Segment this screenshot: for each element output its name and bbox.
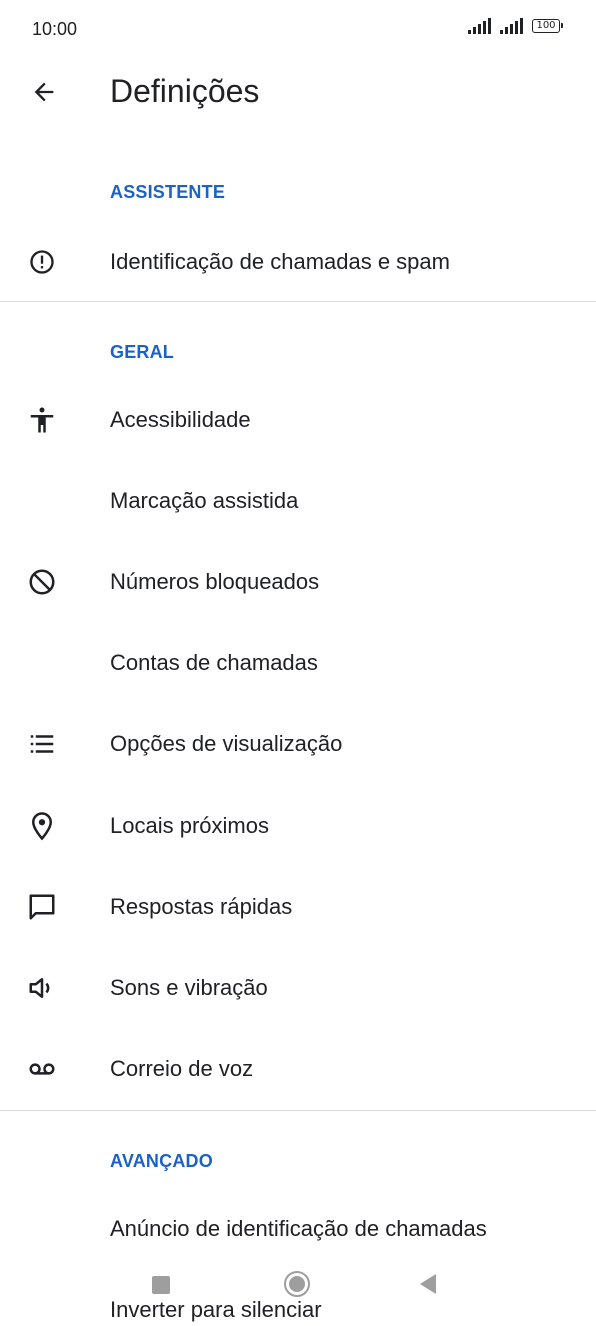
setting-nearby-places[interactable]: Locais próximos — [0, 786, 596, 866]
setting-assisted-dialing[interactable]: Marcação assistida — [0, 461, 596, 541]
recents-square-icon[interactable] — [152, 1276, 170, 1294]
setting-accessibility[interactable]: Acessibilidade — [0, 380, 596, 460]
section-header-general: GERAL — [110, 342, 174, 362]
setting-label: Marcação assistida — [110, 488, 299, 513]
setting-caller-id-spam[interactable]: Identificação de chamadas e spam — [0, 222, 596, 302]
divider — [0, 301, 596, 302]
setting-calling-accounts[interactable]: Contas de chamadas — [0, 623, 596, 703]
setting-label: Correio de voz — [110, 1056, 254, 1081]
back-button[interactable] — [22, 70, 66, 114]
page-title: Definições — [110, 73, 260, 109]
home-circle-icon[interactable] — [284, 1271, 310, 1297]
setting-blocked-numbers[interactable]: Números bloqueados — [0, 542, 596, 622]
status-icons: 100 — [468, 18, 563, 34]
list-icon — [26, 728, 58, 760]
location-pin-icon — [26, 810, 58, 842]
setting-caller-id-announcement[interactable]: Anúncio de identificação de chamadas — [0, 1189, 596, 1269]
signal-icon — [468, 18, 491, 34]
setting-label: Anúncio de identificação de chamadas — [110, 1216, 487, 1241]
divider — [0, 1110, 596, 1111]
setting-label: Contas de chamadas — [110, 650, 318, 675]
block-icon — [26, 566, 58, 598]
battery-icon: 100 — [532, 19, 563, 33]
arrow-back-icon — [34, 82, 54, 102]
setting-voicemail[interactable]: Correio de voz — [0, 1029, 596, 1109]
setting-display-options[interactable]: Opções de visualização — [0, 704, 596, 784]
accessibility-icon — [26, 404, 58, 436]
back-triangle-icon[interactable] — [420, 1274, 436, 1294]
battery-level: 100 — [536, 20, 556, 31]
navigation-bar — [0, 1264, 596, 1304]
top-app-bar: Definições — [0, 60, 596, 130]
setting-label: Números bloqueados — [110, 569, 320, 594]
setting-label: Sons e vibração — [110, 975, 268, 1000]
status-time: 10:00 — [32, 19, 78, 39]
alert-circle-icon — [26, 246, 58, 278]
voicemail-icon — [26, 1053, 58, 1085]
section-header-assistant: ASSISTENTE — [110, 182, 226, 202]
signal-icon — [500, 18, 523, 34]
setting-sounds-vibration[interactable]: Sons e vibração — [0, 948, 596, 1028]
section-header-advanced: AVANÇADO — [110, 1151, 213, 1171]
setting-label: Acessibilidade — [110, 407, 251, 432]
setting-quick-responses[interactable]: Respostas rápidas — [0, 867, 596, 947]
volume-icon — [26, 972, 58, 1004]
message-icon — [26, 891, 58, 923]
setting-label: Opções de visualização — [110, 731, 343, 756]
setting-label: Respostas rápidas — [110, 894, 293, 919]
status-bar: 10:00 100 — [0, 0, 596, 60]
setting-label: Identificação de chamadas e spam — [110, 249, 450, 274]
setting-label: Locais próximos — [110, 813, 269, 838]
